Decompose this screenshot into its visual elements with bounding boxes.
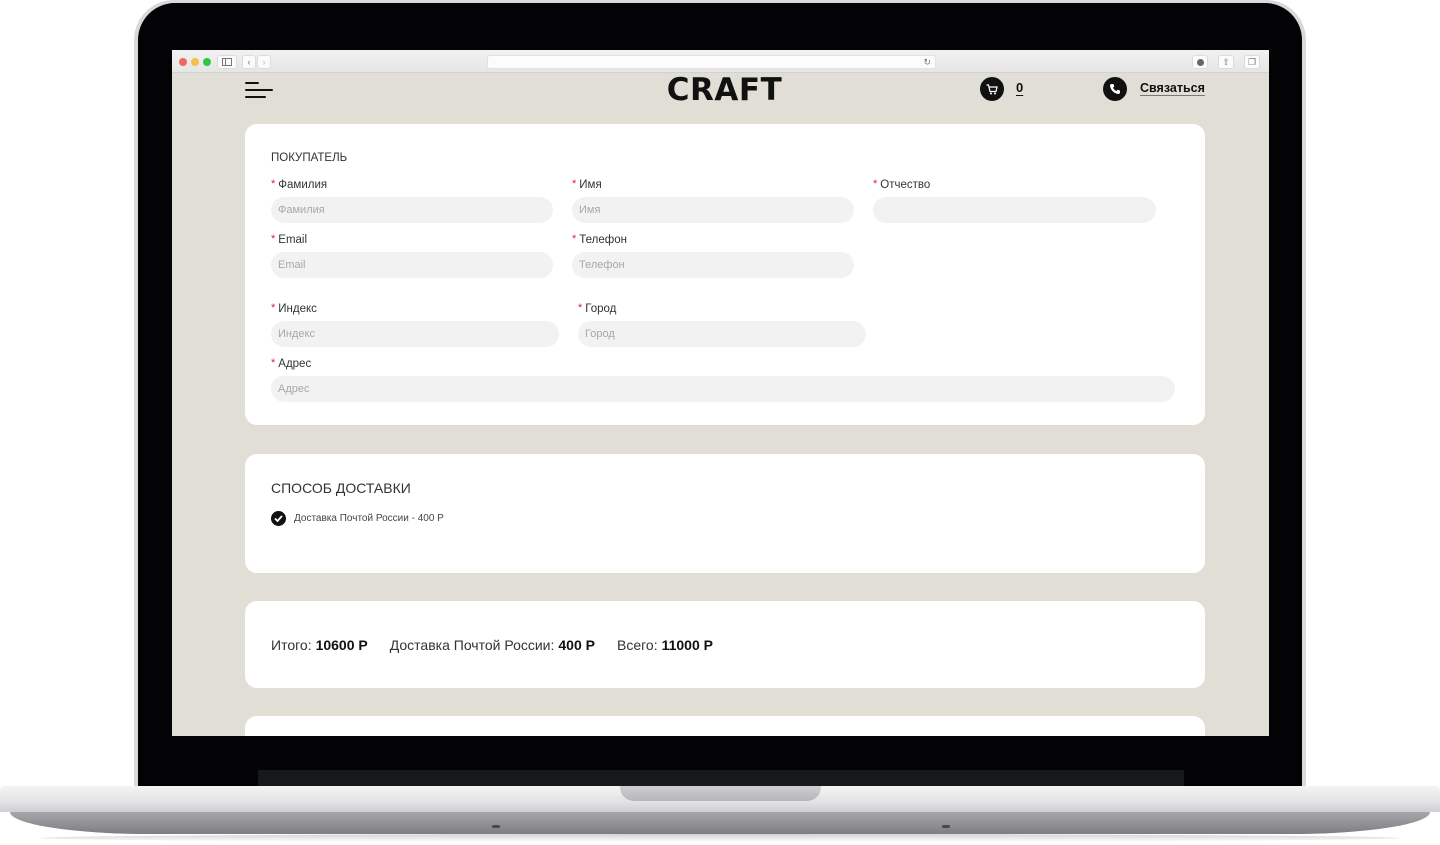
cart-button[interactable] — [980, 77, 1004, 101]
required-mark: * — [271, 302, 276, 314]
last-name-input[interactable] — [271, 197, 553, 223]
required-mark: * — [271, 233, 276, 245]
patronymic-label: * Отчество — [873, 178, 931, 191]
postal-code-label: * Индекс — [271, 302, 317, 315]
share-button[interactable]: ⇧ — [1218, 55, 1234, 69]
totals-card: Итого: 10600 Р Доставка Почтой России: 400… — [245, 601, 1205, 688]
grand-total: Всего: 11000 Р — [617, 637, 713, 653]
back-button[interactable]: ‹ — [242, 55, 256, 69]
delivery-option-label: Доставка Почтой России - 400 Р — [294, 513, 444, 524]
label-text: Фамилия — [278, 179, 328, 191]
subtotal-value: 10600 Р — [315, 637, 368, 653]
total-label: Всего: — [616, 637, 658, 653]
phone-icon — [1110, 84, 1120, 94]
label-text: Адрес — [278, 358, 312, 370]
required-mark: * — [873, 178, 878, 190]
required-mark: * — [572, 233, 577, 245]
laptop-hinge — [258, 770, 1184, 786]
required-mark: * — [271, 357, 276, 369]
required-mark: * — [572, 178, 577, 190]
city-label: * Город — [578, 302, 617, 315]
site-logo[interactable]: CRAFT — [662, 72, 787, 108]
address-input[interactable] — [271, 376, 1175, 402]
delivery-card: СПОСОБ ДОСТАВКИ Доставка Почтой России -… — [245, 454, 1205, 573]
tabs-overview-button[interactable]: ❐ — [1244, 55, 1260, 69]
minimize-window-button[interactable] — [191, 58, 199, 66]
postal-code-input[interactable] — [271, 321, 559, 347]
total-value: 11000 Р — [661, 637, 713, 653]
label-text: Отчество — [880, 179, 931, 191]
patronymic-input[interactable] — [873, 197, 1156, 223]
share-icon: ⇧ — [1222, 57, 1230, 67]
first-name-input[interactable] — [572, 197, 854, 223]
chevron-left-icon: ‹ — [247, 57, 251, 67]
laptop-notch — [620, 786, 821, 801]
delivery-section-title: СПОСОБ ДОСТАВКИ — [271, 480, 411, 496]
email-input[interactable] — [271, 252, 553, 278]
browser-toolbar: ‹ › ↻ ⇧ ❐ — [172, 50, 1269, 73]
downloads-button[interactable] — [1192, 55, 1208, 69]
address-label: * Адрес — [271, 357, 312, 370]
laptop-base-lower — [10, 812, 1430, 834]
shipping-value: 400 Р — [558, 637, 595, 653]
contact-link[interactable]: Связаться — [1140, 81, 1205, 95]
cart-count[interactable]: 0 — [1016, 80, 1023, 95]
subtotal: Итого: 10600 Р — [271, 637, 368, 653]
label-text: Телефон — [579, 234, 627, 246]
laptop-foot — [942, 825, 950, 828]
phone-input[interactable] — [572, 252, 854, 278]
laptop-foot — [492, 825, 500, 828]
laptop-shadow — [40, 834, 1400, 842]
buyer-section-title: ПОКУПАТЕЛЬ — [271, 152, 348, 164]
label-text: Имя — [579, 179, 602, 191]
order-totals: Итого: 10600 Р Доставка Почтой России: 400… — [271, 637, 735, 653]
browser-window: ‹ › ↻ ⇧ ❐ CRAFT 0 Связаться ПОКУПАТЕЛЬ *… — [172, 50, 1269, 736]
city-input[interactable] — [578, 321, 866, 347]
next-section-card — [245, 716, 1205, 736]
subtotal-label: Итого: — [271, 637, 312, 653]
shipping-label: Доставка Почтой России: — [389, 637, 555, 653]
phone-label: * Телефон — [572, 233, 627, 246]
cart-icon — [986, 83, 998, 94]
close-window-button[interactable] — [179, 58, 187, 66]
label-text: Email — [278, 234, 308, 246]
chevron-right-icon: › — [262, 57, 266, 67]
label-text: Индекс — [278, 303, 317, 315]
required-mark: * — [271, 178, 276, 190]
buyer-card: ПОКУПАТЕЛЬ *Фамилия *Имя *Отчество *Emai… — [245, 124, 1205, 425]
last-name-label: * Фамилия — [271, 178, 328, 191]
hamburger-menu-icon[interactable] — [245, 81, 273, 99]
sidebar-icon — [222, 58, 232, 66]
address-bar[interactable]: ↻ — [487, 55, 936, 69]
phone-button[interactable] — [1103, 77, 1127, 101]
tabs-icon: ❐ — [1247, 57, 1257, 67]
first-name-label: * Имя — [572, 178, 602, 191]
forward-button[interactable]: › — [257, 55, 271, 69]
maximize-window-button[interactable] — [203, 58, 211, 66]
sidebar-toggle-button[interactable] — [217, 55, 237, 69]
checkmark-icon[interactable] — [271, 511, 286, 526]
delivery-option-russian-post[interactable]: Доставка Почтой России - 400 Р — [271, 511, 444, 526]
shipping-cost: Доставка Почтой России: 400 Р — [390, 637, 595, 653]
label-text: Город — [585, 303, 617, 315]
reload-icon[interactable]: ↻ — [923, 56, 931, 68]
email-label: * Email — [271, 233, 308, 246]
download-icon — [1196, 59, 1204, 66]
required-mark: * — [578, 302, 583, 314]
